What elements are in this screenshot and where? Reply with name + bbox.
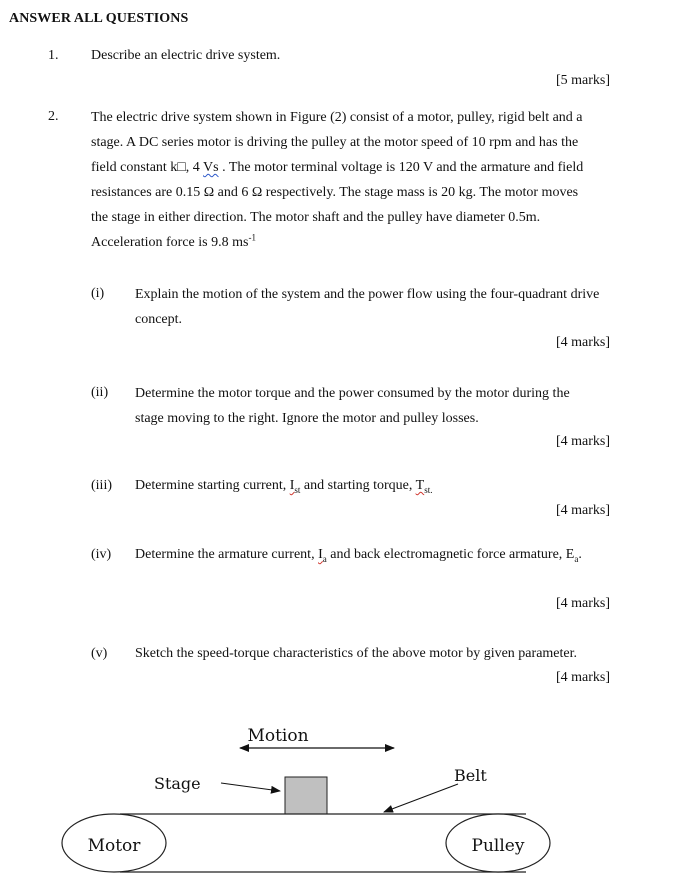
belt-label: Belt [454,766,487,785]
part-i-marks: [4 marks] [555,335,610,350]
stage-label: Stage [154,774,201,793]
part-ii-text: Determine the motor torque and the power… [135,381,570,431]
text-fragment: Determine starting current, [135,478,290,493]
part-i-text: Explain the motion of the system and the… [135,282,599,332]
symbol-starting-current: Ist [290,478,301,494]
part-iii-marks: [4 marks] [555,503,610,518]
part-ii-line: Determine the motor torque and the power… [135,386,570,401]
part-ii-line: stage moving to the right. Ignore the mo… [135,411,479,426]
question-1-number: 1. [48,48,59,63]
symbol-armature-current: Ia [318,547,327,563]
part-i-line: concept. [135,312,183,327]
part-v-marks: [4 marks] [555,670,610,685]
motor-label: Motor [88,836,142,856]
text-fragment: and back electromagnetic force armature,… [326,547,575,562]
text-fragment: Acceleration force is 9.8 ms [91,235,249,250]
question-1-text: Describe an electric drive system. [91,48,281,63]
part-iii-text: Determine starting current, Ist and star… [135,478,432,494]
part-i-label: (i) [91,286,105,301]
belt-pointer-arrow-icon [383,783,459,813]
question-2-line: the stage in either direction. The motor… [91,210,541,225]
part-ii-marks: [4 marks] [555,434,610,449]
text-fragment: . [578,547,582,562]
question-2-line: field constant k□, 4 Vs . The motor term… [91,155,611,180]
part-iv-label: (iv) [91,547,112,562]
section-heading: ANSWER ALL QUESTIONS [9,11,189,26]
part-iv-text: Determine the armature current, Ia and b… [135,547,582,563]
superscript: -1 [248,232,256,243]
part-v-text: Sketch the speed-torque characteristics … [135,646,577,661]
text-fragment: and starting torque, [300,478,416,493]
question-2-line: The electric drive system shown in Figur… [91,110,583,125]
motion-label: Motion [247,726,308,746]
stage-block [284,776,328,815]
symbol-starting-torque: Tst. [415,478,433,495]
text-fragment: Determine the armature current, [135,547,319,562]
stage-pointer-arrow-icon [220,782,281,794]
part-ii-label: (ii) [91,385,109,400]
question-2-line: stage. A DC series motor is driving the … [91,135,579,150]
text-fragment: . The motor terminal voltage is 120 V an… [218,160,584,175]
part-v-label: (v) [91,646,108,661]
question-2-number: 2. [48,109,59,124]
question-1-marks: [5 marks] [555,73,610,88]
pulley-label: Pulley [472,836,525,856]
text-fragment: field constant k□, 4 [91,160,204,175]
subscript: st. [424,484,433,495]
question-2-line: Acceleration force is 9.8 ms-1 [91,230,611,255]
symbol: T [415,478,425,493]
spellcheck-flagged-text: Vs [203,160,219,175]
belt-drive-figure: Motion Stage Belt Motor Pulley [61,726,551,873]
question-2-line: resistances are 0.15 Ω and 6 Ω respectiv… [91,185,579,200]
question-2-paragraph: The electric drive system shown in Figur… [91,105,611,255]
part-iii-label: (iii) [91,478,112,493]
part-i-line: Explain the motion of the system and the… [135,287,600,302]
part-iv-marks: [4 marks] [555,596,610,611]
